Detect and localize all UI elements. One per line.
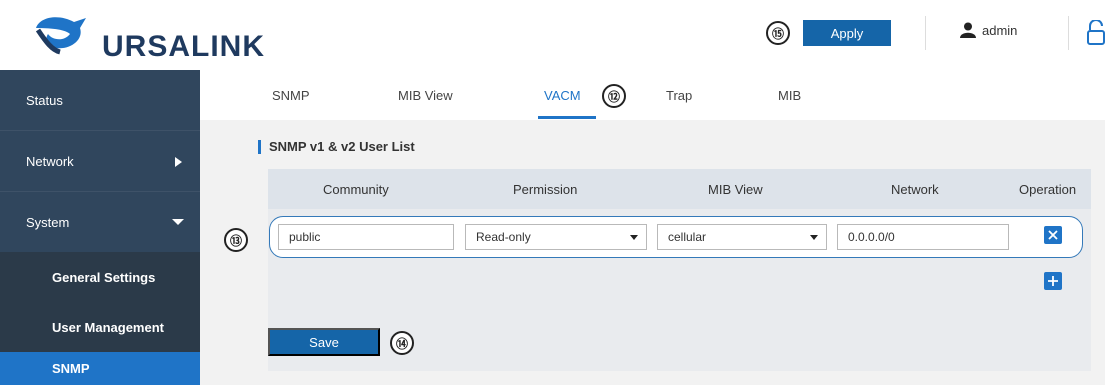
brand-name: URSALINK <box>102 30 265 63</box>
sidebar-item-label: Network <box>26 153 74 169</box>
username: admin <box>982 22 1018 38</box>
network-input[interactable]: 0.0.0.0/0 <box>837 224 1009 250</box>
tab-trap[interactable]: Trap <box>666 88 692 103</box>
dropdown-caret-icon <box>810 235 818 240</box>
sidebar-item-label: User Management <box>52 319 164 335</box>
sidebar-item-status[interactable]: Status <box>0 70 200 130</box>
sidebar-item-system[interactable]: System <box>0 192 200 252</box>
main-content: SNMP MIB View VACM ⑫ Trap MIB SNMP v1 & … <box>200 70 1105 385</box>
callout-vacm: ⑫ <box>602 84 626 108</box>
dropdown-caret-icon <box>630 235 638 240</box>
close-icon <box>1048 230 1058 240</box>
chevron-down-icon <box>172 219 184 225</box>
column-header-community: Community <box>323 182 389 197</box>
sidebar-item-network[interactable]: Network <box>0 131 200 191</box>
header: URSALINK ⑮ Apply admin <box>0 0 1105 70</box>
tab-mib-view[interactable]: MIB View <box>398 88 453 103</box>
section-title: SNMP v1 & v2 User List <box>258 140 415 154</box>
sidebar-item-label: Status <box>26 92 63 108</box>
permission-select[interactable]: Read-only <box>465 224 647 250</box>
callout-apply: ⑮ <box>766 21 790 45</box>
mib-view-select[interactable]: cellular <box>657 224 827 250</box>
mib-view-value: cellular <box>668 230 707 244</box>
tab-snmp[interactable]: SNMP <box>272 88 310 103</box>
column-header-permission: Permission <box>513 182 578 197</box>
callout-save: ⑭ <box>390 331 414 355</box>
table-row: public Read-only cellular 0.0.0.0/0 <box>269 216 1083 258</box>
column-header-operation: Operation <box>1019 182 1077 197</box>
brand-logo: URSALINK <box>30 10 264 63</box>
ursalink-logo-icon <box>35 17 86 55</box>
column-header-mib-view: MIB View <box>708 182 763 197</box>
permission-value: Read-only <box>476 230 531 244</box>
header-divider-2 <box>1068 16 1069 50</box>
table-header: Community Permission MIB View Network Op… <box>268 169 1091 209</box>
tab-mib[interactable]: MIB <box>778 88 801 103</box>
sidebar-item-label: System <box>26 214 70 230</box>
sidebar-item-label: General Settings <box>52 269 156 285</box>
plus-icon <box>1048 276 1058 286</box>
sidebar-item-label: SNMP <box>52 361 90 376</box>
header-divider <box>925 16 926 50</box>
add-row-button[interactable] <box>1044 272 1062 290</box>
sidebar-item-snmp[interactable]: SNMP <box>0 352 200 385</box>
active-tab-indicator <box>538 116 596 119</box>
user-icon <box>960 22 976 38</box>
column-header-network: Network <box>891 182 939 197</box>
tab-vacm[interactable]: VACM <box>544 88 581 103</box>
chevron-right-icon <box>175 157 182 167</box>
save-button[interactable]: Save <box>268 328 380 356</box>
apply-button[interactable]: Apply <box>803 20 891 46</box>
delete-row-button[interactable] <box>1044 226 1062 244</box>
sidebar-item-user-management[interactable]: User Management <box>0 302 200 352</box>
community-input[interactable]: public <box>278 224 454 250</box>
user-menu[interactable]: admin <box>960 22 1017 38</box>
sidebar-item-general-settings[interactable]: General Settings <box>0 252 200 302</box>
logout-icon[interactable] <box>1086 20 1105 46</box>
sidebar: Status Network System General Settings U… <box>0 70 200 385</box>
tab-bar: SNMP MIB View VACM ⑫ Trap MIB <box>200 70 1105 120</box>
callout-row: ⑬ <box>224 228 248 252</box>
